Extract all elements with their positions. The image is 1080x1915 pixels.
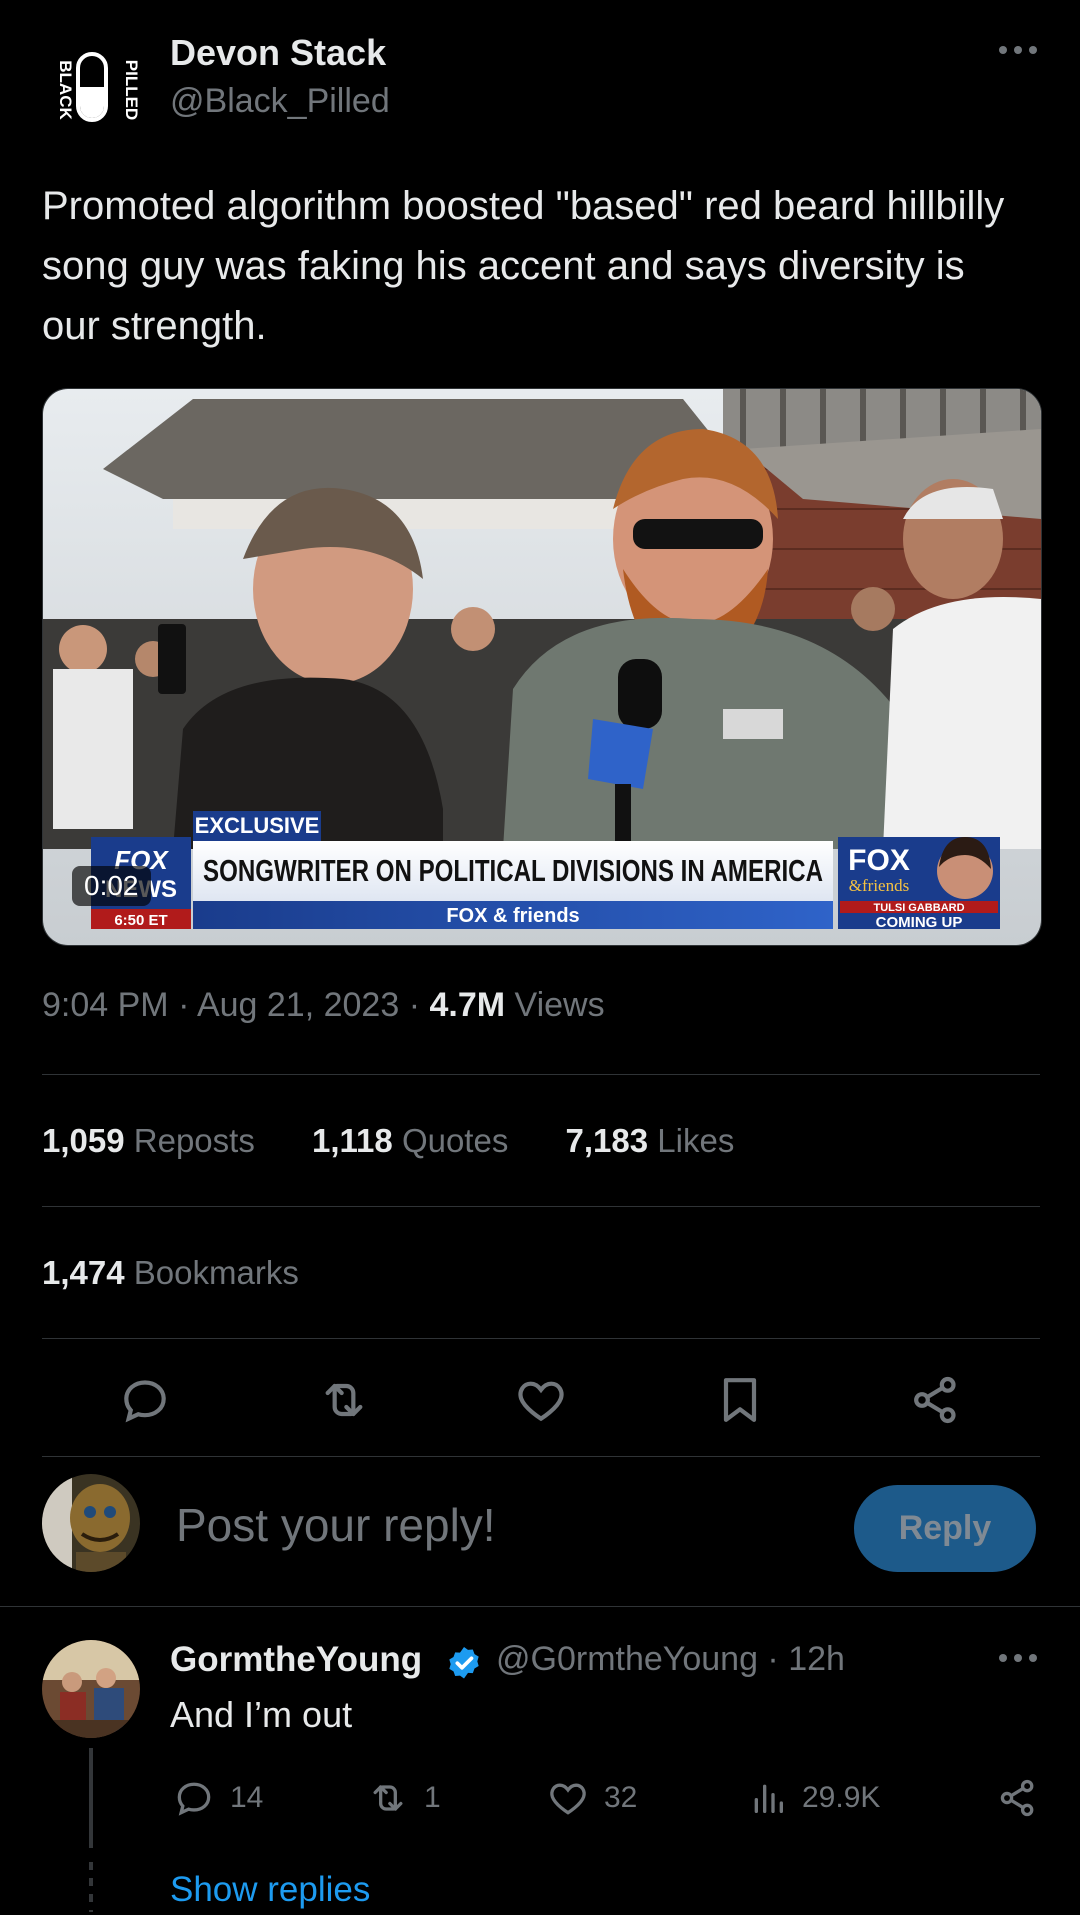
- video-duration: 0:02: [72, 866, 151, 906]
- divider: [42, 1074, 1040, 1075]
- video-frame: EXCLUSIVE SONGWRITER ON POLITICAL DIVISI…: [43, 389, 1041, 945]
- author-handle[interactable]: @Black_Pilled: [170, 82, 390, 121]
- more-options-icon[interactable]: [996, 40, 1040, 60]
- reply-button[interactable]: Reply: [854, 1485, 1036, 1572]
- avatar-text-left: BLACK: [56, 60, 75, 120]
- thread-line: [89, 1748, 93, 1848]
- author-avatar[interactable]: BLACK PILLED: [42, 40, 142, 140]
- show-replies-link[interactable]: Show replies: [170, 1870, 370, 1910]
- comment-like-count: 32: [604, 1781, 638, 1814]
- promo-coming: COMING UP: [876, 914, 963, 931]
- user-avatar[interactable]: [42, 1474, 140, 1572]
- comment-repost-action[interactable]: 1: [366, 1776, 441, 1820]
- comment-share-action[interactable]: [996, 1776, 1054, 1820]
- comment-like-action[interactable]: 32: [546, 1776, 637, 1820]
- comment-reply-count: 14: [230, 1781, 264, 1814]
- chyron-show: FOX & friends: [446, 905, 579, 927]
- comment-reply-icon: [177, 1782, 211, 1816]
- views-count: 4.7M: [429, 986, 506, 1024]
- reply-icon[interactable]: [117, 1372, 173, 1428]
- thread-line-dotted: [89, 1862, 93, 1912]
- commenter-handle-time[interactable]: @G0rmtheYoung · 12h: [496, 1640, 845, 1679]
- comment-reply-action[interactable]: 14: [172, 1776, 263, 1820]
- post-meta: 9:04 PM · Aug 21, 2023 · 4.7M Views: [42, 986, 605, 1025]
- comment-more-options-icon[interactable]: [996, 1648, 1040, 1668]
- likes-stat[interactable]: 7,183 Likes: [566, 1122, 735, 1159]
- comment-repost-icon: [373, 1785, 403, 1811]
- post-video[interactable]: EXCLUSIVE SONGWRITER ON POLITICAL DIVISI…: [42, 388, 1042, 946]
- author-display-name[interactable]: Devon Stack: [170, 32, 386, 74]
- chyron-tag: EXCLUSIVE: [195, 813, 320, 838]
- like-icon[interactable]: [513, 1372, 569, 1428]
- reposts-stat[interactable]: 1,059 Reposts: [42, 1122, 255, 1159]
- comment-text: And I’m out: [170, 1694, 353, 1735]
- promo-name: TULSI GABBARD: [873, 902, 964, 914]
- quotes-stat[interactable]: 1,118 Quotes: [312, 1122, 508, 1159]
- comment-views-count: 29.9K: [802, 1781, 881, 1814]
- promo-logo-sub: &friends: [849, 876, 909, 895]
- comment-like-icon: [550, 1783, 586, 1815]
- bookmarks-stat[interactable]: 1,474 Bookmarks: [42, 1254, 299, 1292]
- divider: [42, 1456, 1040, 1457]
- promo-logo: FOX: [848, 844, 910, 877]
- commenter-display-name[interactable]: GormtheYoung: [170, 1640, 422, 1680]
- reply-input[interactable]: Post your reply!: [176, 1498, 496, 1552]
- commenter-avatar[interactable]: [42, 1640, 140, 1738]
- divider: [42, 1338, 1040, 1339]
- comment-share-icon: [1000, 1779, 1034, 1817]
- network-time: 6:50 ET: [114, 912, 167, 929]
- views-label: Views: [514, 986, 605, 1024]
- post-timestamp[interactable]: 9:04 PM · Aug 21, 2023 ·: [42, 986, 420, 1024]
- comment-views-icon: [754, 1784, 783, 1813]
- repost-icon[interactable]: [316, 1372, 372, 1428]
- bookmark-icon[interactable]: [712, 1372, 768, 1428]
- verified-badge-icon: [444, 1644, 484, 1684]
- comment-repost-count: 1: [424, 1781, 441, 1814]
- engagement-stats: 1,059 Reposts 1,118 Quotes 7,183 Likes: [42, 1122, 782, 1160]
- divider: [0, 1606, 1080, 1607]
- chyron-headline: SONGWRITER ON POLITICAL DIVISIONS IN AME…: [203, 853, 823, 888]
- avatar-text-right: PILLED: [122, 60, 141, 120]
- post-text: Promoted algorithm boosted "based" red b…: [42, 184, 1005, 348]
- divider: [42, 1206, 1040, 1207]
- comment-views-action[interactable]: 29.9K: [748, 1776, 880, 1820]
- share-icon[interactable]: [908, 1372, 964, 1428]
